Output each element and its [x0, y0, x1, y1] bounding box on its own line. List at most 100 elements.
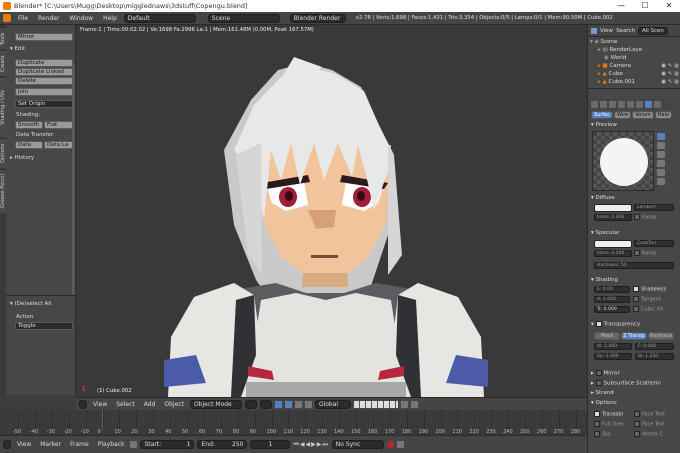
specular-ramp-toggle[interactable]: Ramp [634, 250, 656, 257]
tools-scrollbar[interactable] [72, 65, 75, 295]
edit-section-header[interactable]: ▾ Edit [10, 46, 25, 52]
timeline-menu-playback[interactable]: Playback [95, 441, 128, 448]
timeline-playhead[interactable] [102, 410, 103, 429]
data-button[interactable]: Data [15, 141, 43, 149]
menu-help[interactable]: Help [100, 15, 120, 22]
vertex-color-toggle[interactable]: Vertex C [634, 431, 663, 438]
outliner-item-world[interactable]: ◉ World [590, 54, 679, 62]
timeline-area[interactable]: -50 -40 -30 -20 -10 0 10 20 30 40 50 60 70 80 90 100 110… [0, 410, 587, 435]
ztransp-button[interactable]: Z Transp [621, 332, 647, 340]
viewport-menu-add[interactable]: Add [141, 401, 159, 408]
sync-mode-select[interactable]: No Sync [331, 440, 384, 449]
scene-select[interactable]: Scene [207, 13, 280, 23]
menu-render[interactable]: Render [35, 15, 62, 22]
maximize-button[interactable]: ☐ [634, 0, 656, 12]
playback-controls[interactable]: ⏮◀◀▶▶⏭ [293, 441, 328, 449]
shadeless-toggle[interactable]: Shadeless [633, 286, 666, 293]
cubic-toggle[interactable]: Cubic Int [633, 306, 663, 313]
close-button[interactable]: ✕ [658, 0, 680, 12]
hardness-field[interactable]: Hardness: 50 [594, 262, 674, 269]
outliner-item-renderlayers[interactable]: ▸ ▤ RenderLaye [590, 46, 679, 54]
operator-header[interactable]: ▾ (De)select All [10, 301, 51, 307]
transparency-section-header[interactable]: ▾ Transparency [591, 321, 679, 328]
viewport-shading-select[interactable] [244, 399, 257, 409]
face-texture-toggle[interactable]: Face Text [634, 411, 665, 418]
keying-set-icon[interactable] [396, 441, 404, 448]
preview-monkey-icon[interactable] [657, 160, 665, 167]
options-section-header[interactable]: ▾ Options [591, 400, 679, 406]
minimize-button[interactable]: — [610, 0, 632, 12]
transparency-checkbox[interactable] [595, 321, 602, 327]
ambient-field[interactable]: A: 1.000 [594, 296, 630, 303]
mirror-section-header[interactable]: ▸ Mirror [591, 370, 679, 377]
viewport-menu-view[interactable]: View [90, 401, 110, 408]
traceable-checkbox[interactable] [594, 411, 600, 417]
traceable-toggle[interactable]: Traceabl [594, 411, 623, 418]
join-button[interactable]: Join [15, 88, 73, 96]
full-oversampling-checkbox[interactable] [594, 421, 600, 427]
outliner-item-cube-001[interactable]: ▸ ▲ Cube.001 ◉ ↖ ◍ [590, 78, 679, 86]
mirror-checkbox[interactable] [595, 370, 602, 376]
transform-orientation-select[interactable]: Global [314, 399, 351, 409]
specular-shader-select[interactable]: CookTorr [634, 240, 674, 247]
action-select[interactable]: Toggle [15, 322, 73, 330]
fresnel-field[interactable]: F: 0.000 [635, 343, 674, 350]
outliner-item-camera[interactable]: ▸ ■ Camera ◉ ↖ ◍ [590, 62, 679, 70]
cubic-checkbox[interactable] [633, 306, 639, 312]
timeline-menu-marker[interactable]: Marker [37, 441, 64, 448]
raytrace-button[interactable]: Raytrace [648, 332, 674, 340]
current-frame-field[interactable]: 1 [250, 440, 291, 449]
start-frame-field[interactable]: Start: 1 [140, 440, 195, 449]
flat-button[interactable]: Flat [44, 121, 73, 129]
mask-button[interactable]: Mask [594, 332, 620, 340]
diffuse-section-header[interactable]: ▾ Diffuse [591, 195, 679, 201]
diffuse-shader-select[interactable]: Lambert [634, 204, 674, 211]
timeline-menu-view[interactable]: View [14, 441, 34, 448]
snap-toggle-icon[interactable] [400, 400, 408, 408]
preview-sphere-icon[interactable] [657, 142, 665, 149]
emit-field[interactable]: E: 0.00 [594, 286, 630, 293]
delete-button[interactable]: Delete [15, 77, 73, 85]
preview-hair-icon[interactable] [657, 169, 665, 176]
face-texture-checkbox[interactable] [634, 411, 640, 417]
preview-cube-icon[interactable] [657, 151, 665, 158]
outliner-search-menu[interactable]: Search [616, 28, 635, 34]
tab-wire[interactable]: Wire [613, 111, 632, 119]
material-tab-icon[interactable] [645, 100, 652, 108]
sss-checkbox[interactable] [595, 380, 602, 386]
shading-section-header[interactable]: ▾ Shading [591, 277, 679, 283]
viewport-menu-object[interactable]: Object [161, 401, 187, 408]
render-preview-icon[interactable] [410, 400, 418, 408]
data-tab-icon[interactable] [636, 100, 643, 108]
data-layout-button[interactable]: Data La [44, 141, 73, 149]
specular-color-swatch[interactable] [594, 240, 632, 248]
manipulator-toggle-icon[interactable] [274, 400, 282, 408]
preview-sky-icon[interactable] [657, 178, 665, 185]
texture-tab-icon[interactable] [654, 100, 661, 108]
shadeless-checkbox[interactable] [633, 286, 639, 292]
preview-flat-icon[interactable] [657, 133, 665, 140]
screen-layout-select[interactable]: Default [123, 13, 196, 23]
render-tab-icon[interactable] [591, 100, 598, 108]
translucency-field[interactable]: Tr: 0.000 [594, 306, 630, 313]
scene-tab-icon[interactable] [600, 100, 607, 108]
diffuse-ramp-toggle[interactable]: Ramp [634, 214, 656, 221]
camera-visibility-icon[interactable]: ◉ ↖ ◍ [661, 62, 679, 70]
cube-001-visibility-icon[interactable]: ◉ ↖ ◍ [661, 78, 679, 86]
alpha-field[interactable]: Al: 1.000 [594, 343, 632, 350]
diffuse-intensity-field[interactable]: Inten: 0.800 [594, 214, 632, 221]
diffuse-ramp-checkbox[interactable] [634, 214, 640, 220]
viewport-editor-icon[interactable] [79, 399, 87, 409]
tab-halo[interactable]: Halo [654, 111, 673, 119]
duplicate-button[interactable]: Duplicate [15, 59, 73, 67]
diffuse-color-swatch[interactable] [594, 204, 632, 212]
face-texture-alpha-toggle[interactable]: Face Text [634, 421, 665, 428]
render-engine-select[interactable]: Blender Render [289, 13, 346, 23]
menu-window[interactable]: Window [66, 15, 96, 22]
record-button-icon[interactable] [386, 441, 394, 448]
tab-volume[interactable]: Volum [632, 111, 654, 119]
sss-section-header[interactable]: ▸ Subsurface Scatterin [591, 380, 679, 387]
info-editor-icon[interactable] [3, 14, 11, 22]
timeline-menu-frame[interactable]: Frame [67, 441, 92, 448]
mirror-button[interactable]: Mirror [15, 33, 73, 41]
